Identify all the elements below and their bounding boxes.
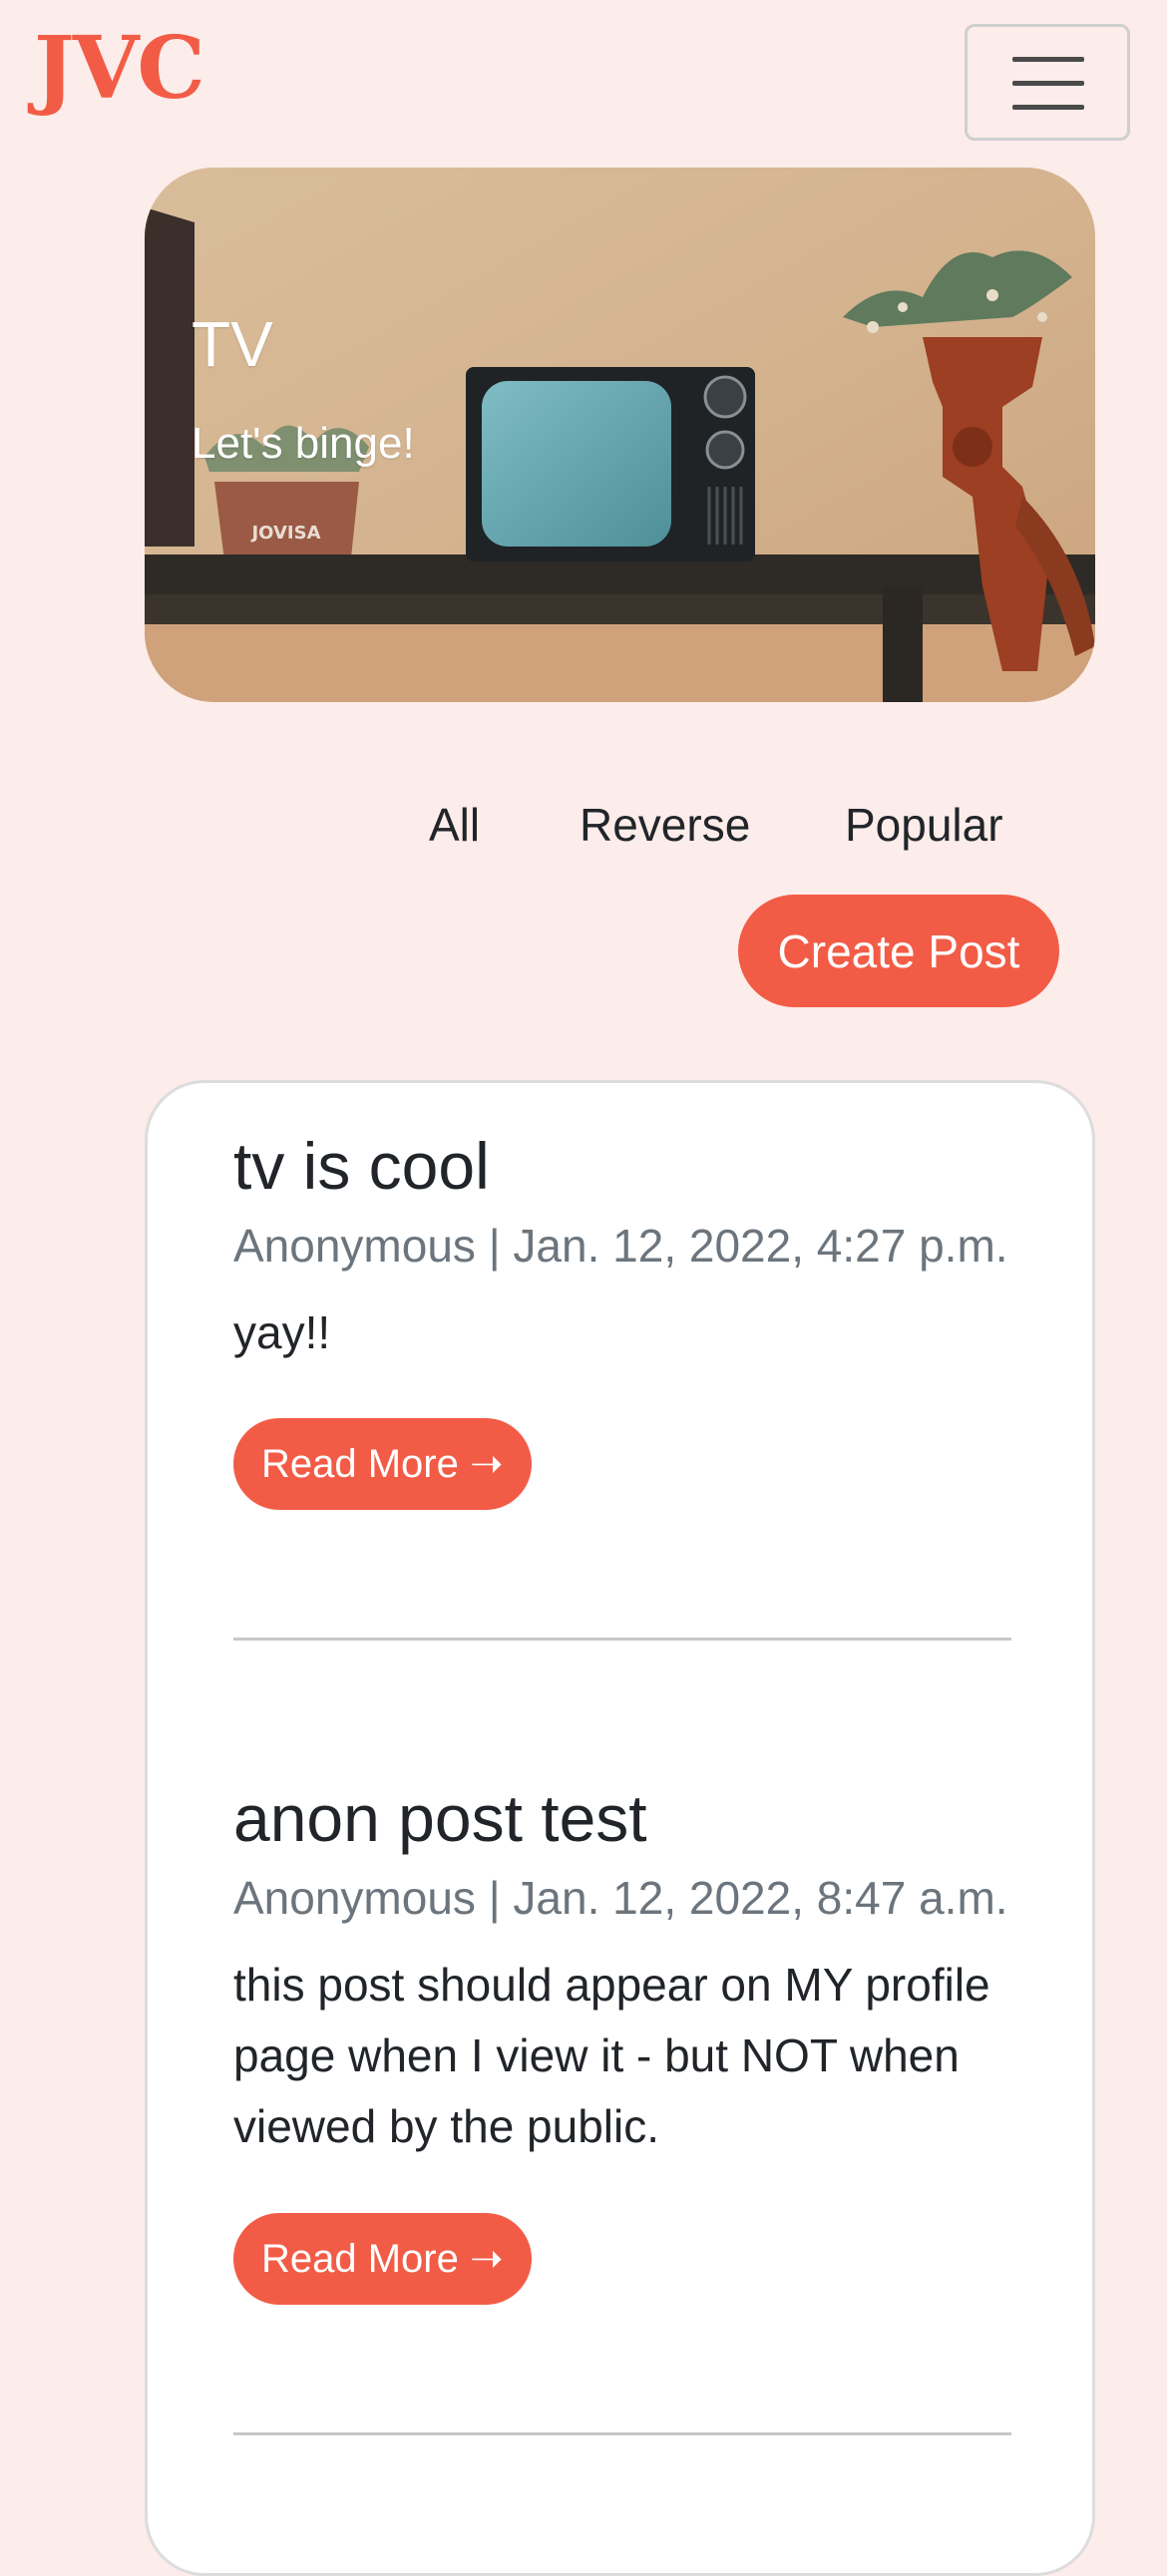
menu-toggle-button[interactable] [965, 24, 1130, 141]
hero-banner: JOVISA TV Let's binge! [145, 168, 1095, 702]
post-item: tv is cool Anonymous | Jan. 12, 2022, 4:… [233, 1127, 1011, 1510]
post-body: yay!! [233, 1305, 331, 1358]
hamburger-menu-icon [1012, 57, 1084, 62]
post-item: anon post test Anonymous | Jan. 12, 2022… [233, 1779, 1011, 2305]
hamburger-menu-icon-bar [1012, 105, 1084, 110]
read-more-button[interactable]: Read More ➝ [233, 1417, 532, 1510]
post-title[interactable]: anon post test [233, 1779, 1011, 1858]
tab-all[interactable]: All [429, 798, 480, 853]
tab-popular[interactable]: Popular [845, 798, 1003, 853]
brand-logo[interactable]: JVC [34, 26, 205, 112]
post-meta: Anonymous | Jan. 12, 2022, 8:47 a.m. [233, 1872, 1008, 1925]
post-divider [233, 2432, 1011, 2435]
post-title[interactable]: tv is cool [233, 1127, 1011, 1206]
post-meta: Anonymous | Jan. 12, 2022, 4:27 p.m. [233, 1220, 1008, 1273]
read-more-button[interactable]: Read More ➝ [233, 2212, 532, 2305]
create-post-button[interactable]: Create Post [738, 895, 1059, 1007]
navbar: JVC [0, 0, 1167, 165]
posts-card: tv is cool Anonymous | Jan. 12, 2022, 4:… [145, 1080, 1095, 2576]
hero-subtitle: Let's binge! [192, 419, 415, 468]
post-divider [233, 1638, 1011, 1641]
planter-label: JOVISA [249, 523, 320, 544]
post-body: this post should appear on MY profile pa… [233, 1958, 990, 2153]
tab-reverse[interactable]: Reverse [580, 798, 750, 853]
hero-title: TV [192, 308, 273, 380]
hamburger-menu-icon-bar [1012, 81, 1084, 86]
